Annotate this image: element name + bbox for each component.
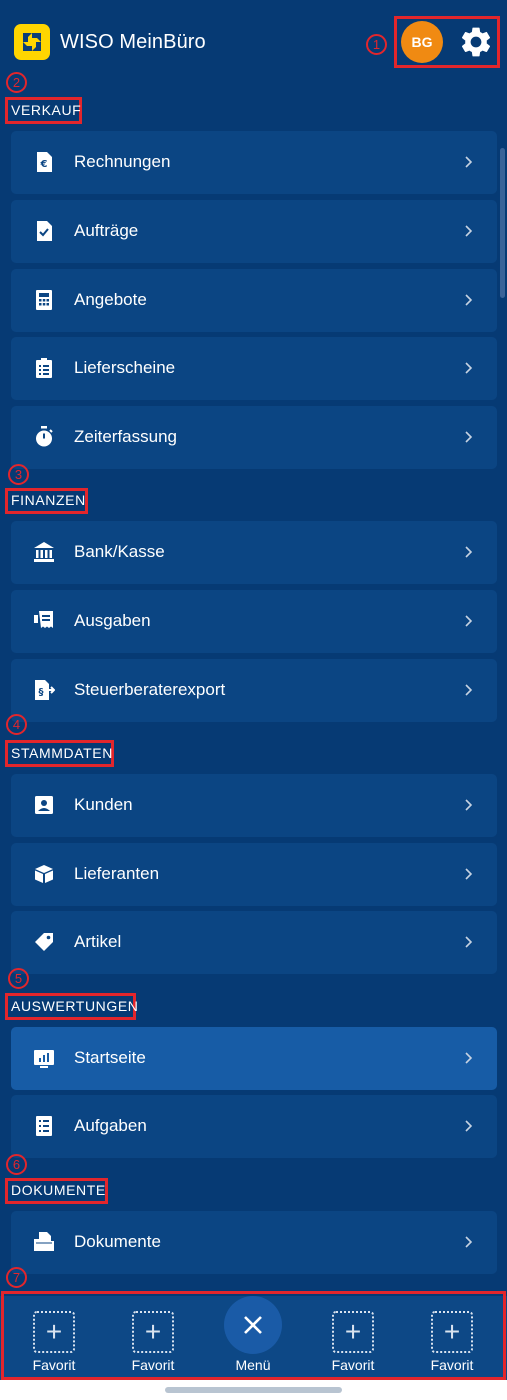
menu-item-label: Startseite [74, 1048, 146, 1067]
wiso-logo-icon [14, 24, 50, 60]
contact-card-icon [33, 794, 55, 816]
favorite-slot-1[interactable]: + Favorit [24, 1311, 84, 1373]
chevron-right-icon [464, 1051, 474, 1065]
chevron-right-icon [464, 1119, 474, 1133]
chevron-right-icon [464, 1235, 474, 1249]
menu-item-label: Zeiterfassung [74, 427, 177, 446]
favorite-label: Favorit [131, 1357, 175, 1373]
annotation-marker-5: 5 [8, 968, 29, 989]
clipboard-list-icon [33, 357, 55, 379]
annotation-marker-2: 2 [6, 72, 27, 93]
chevron-right-icon [464, 545, 474, 559]
section-label-finanzen: FINANZEN [11, 492, 86, 508]
annotation-marker-4: 4 [6, 714, 27, 735]
menu-item-label: Dokumente [74, 1232, 161, 1251]
calculator-icon [33, 289, 55, 311]
menu-item-label: Aufträge [74, 221, 139, 240]
chevron-right-icon [464, 361, 474, 375]
tag-icon [33, 931, 55, 953]
menu-item-ausgaben[interactable]: Ausgaben [11, 590, 497, 653]
home-indicator[interactable] [165, 1387, 342, 1393]
bank-icon [33, 541, 55, 563]
menu-label: Menü [235, 1357, 271, 1373]
menu-item-lieferscheine[interactable]: Lieferscheine [11, 337, 497, 400]
section-label-stammdaten: STAMMDATEN [11, 745, 113, 761]
chevron-right-icon [464, 224, 474, 238]
favorite-slot-3[interactable]: + Favorit [323, 1311, 383, 1373]
chevron-right-icon [464, 155, 474, 169]
add-favorite-icon: + [431, 1311, 473, 1353]
menu-item-label: Bank/Kasse [74, 542, 165, 561]
menu-item-label: Kunden [74, 795, 133, 814]
app-title: WISO MeinBüro [60, 31, 206, 53]
menu-item-aufgaben[interactable]: Aufgaben [11, 1095, 497, 1158]
add-favorite-icon: + [132, 1311, 174, 1353]
menu-item-zeiterfassung[interactable]: Zeiterfassung [11, 406, 497, 469]
menu-item-lieferanten[interactable]: Lieferanten [11, 843, 497, 906]
menu-item-steuerberaterexport[interactable]: § Steuerberaterexport [11, 659, 497, 722]
svg-text:§: § [39, 687, 44, 698]
folder-documents-icon [33, 1231, 55, 1253]
chevron-right-icon [464, 683, 474, 697]
annotation-box-1 [394, 16, 500, 68]
chevron-right-icon [464, 293, 474, 307]
menu-item-kunden[interactable]: Kunden [11, 774, 497, 837]
chevron-right-icon [464, 867, 474, 881]
add-favorite-icon: + [33, 1311, 75, 1353]
menu-item-label: Lieferanten [74, 864, 160, 883]
stopwatch-icon [33, 426, 55, 448]
add-favorite-icon: + [332, 1311, 374, 1353]
menu-item-label: Angebote [74, 290, 147, 309]
favorite-label: Favorit [331, 1357, 375, 1373]
menu-item-label: Aufgaben [74, 1116, 147, 1135]
section-label-verkauf: VERKAUF [11, 102, 82, 118]
annotation-marker-6: 6 [6, 1154, 27, 1175]
favorite-label: Favorit [430, 1357, 474, 1373]
chevron-right-icon [464, 614, 474, 628]
bar-chart-icon [33, 1047, 55, 1069]
checked-document-icon [33, 220, 55, 242]
menu-item-angebote[interactable]: Angebote [11, 269, 497, 332]
chevron-right-icon [464, 935, 474, 949]
annotation-marker-7: 7 [6, 1267, 27, 1288]
menu-item-rechnungen[interactable]: € Rechnungen [11, 131, 497, 194]
menu-item-startseite[interactable]: Startseite [11, 1027, 497, 1090]
menu-item-label: Rechnungen [74, 152, 171, 171]
paragraph-export-icon: § [33, 679, 56, 701]
close-icon [244, 1316, 262, 1334]
scrollbar[interactable] [500, 148, 505, 298]
favorite-slot-2[interactable]: + Favorit [123, 1311, 183, 1373]
menu-item-label: Steuerberaterexport [74, 680, 226, 699]
menu-item-artikel[interactable]: Artikel [11, 911, 497, 974]
menu-item-label: Artikel [74, 932, 122, 951]
chevron-right-icon [464, 430, 474, 444]
svg-text:€: € [40, 159, 48, 170]
section-label-dokumente: DOKUMENTE [11, 1182, 106, 1198]
menu-close-button[interactable] [224, 1296, 282, 1354]
euro-document-icon: € [33, 151, 55, 173]
favorite-slot-4[interactable]: + Favorit [422, 1311, 482, 1373]
menu-item-auftraege[interactable]: Aufträge [11, 200, 497, 263]
menu-item-bank-kasse[interactable]: Bank/Kasse [11, 521, 497, 584]
chevron-right-icon [464, 798, 474, 812]
checklist-icon [33, 1115, 55, 1137]
menu-item-label: Lieferscheine [74, 358, 176, 377]
favorite-label: Favorit [32, 1357, 76, 1373]
menu-item-label: Ausgaben [74, 611, 151, 630]
section-label-auswertungen: AUSWERTUNGEN [11, 998, 139, 1014]
menu-item-dokumente[interactable]: Dokumente [11, 1211, 497, 1274]
receipt-icon [33, 610, 55, 632]
annotation-marker-3: 3 [8, 464, 29, 485]
package-icon [33, 863, 55, 885]
annotation-marker-1: 1 [366, 34, 387, 55]
